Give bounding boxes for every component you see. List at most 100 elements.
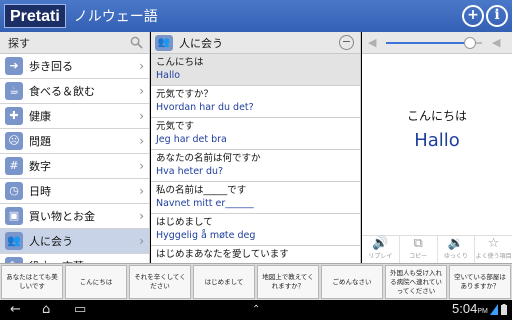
app-title: ノルウェー語: [73, 9, 158, 25]
action-label: リプレイ: [368, 253, 393, 260]
category-item[interactable]: 👥 人に会う ›: [0, 229, 149, 254]
category-item[interactable]: # 数字 ›: [0, 154, 149, 179]
phrase-row[interactable]: 元気です Jeg har det bra: [151, 118, 360, 150]
chevron-right-icon: ›: [139, 84, 144, 98]
quick-phrase-button[interactable]: こんにちは: [65, 265, 127, 299]
volume-fill: [386, 42, 471, 44]
home-icon[interactable]: ⌂: [42, 302, 50, 318]
volume-low-icon: ◀: [368, 36, 377, 49]
quick-phrase-button[interactable]: 外国人も受け入れる病院へ連れていってください: [385, 265, 447, 299]
phrase-list-header: 👥 人に会う −: [151, 32, 360, 54]
category-item[interactable]: ✚ 健康 ›: [0, 104, 149, 129]
category-item[interactable]: ▣ 買い物とお金 ›: [0, 204, 149, 229]
slow-button[interactable]: 🔉 ゆっくり: [438, 236, 476, 263]
action-label: コピー: [409, 253, 428, 260]
copy-icon: ⧉: [413, 236, 423, 251]
chevron-right-icon: ›: [139, 209, 144, 223]
face-icon: ☹: [5, 132, 23, 150]
category-label: 日時: [29, 185, 51, 198]
phrase-japanese: 元気です: [156, 121, 195, 132]
clock-time: 5:04: [452, 301, 478, 316]
phrase-japanese: 私の名前は_____です: [156, 185, 247, 196]
category-label: 買い物とお金: [29, 210, 95, 223]
quick-phrase-button[interactable]: ごめんなさい: [321, 265, 383, 299]
phrase-row[interactable]: 元気ですか？ Hvordan har du det?: [151, 86, 360, 118]
detail-japanese: こんにちは: [406, 109, 467, 123]
phrase-norwegian: Hvordan har du det?: [156, 102, 254, 113]
category-list: 探す ➜ 歩き回る › ☕ 食べる＆飲む › ✚ 健康 › ☹ 問題 › # 数字 › ◷ 日時 › ▣ 買い物とお金…: [0, 32, 150, 263]
people-icon: 👥: [5, 232, 23, 250]
phrase-japanese: はじめまあなたを愛しています: [156, 249, 289, 260]
search-bar[interactable]: 探す: [0, 32, 149, 54]
copy-button[interactable]: ⧉ コピー: [400, 236, 438, 263]
clock-icon: ◷: [5, 182, 23, 200]
collapse-icon[interactable]: −: [339, 35, 354, 50]
phrase-list: 👥 人に会う − こんにちは Hallo 元気ですか？ Hvordan har du …: [151, 32, 361, 263]
quick-phrase-button[interactable]: はじめまして: [193, 265, 255, 299]
chevron-right-icon: ›: [139, 109, 144, 123]
phrase-japanese: あなたの名前は何ですか: [156, 153, 261, 164]
phrase-row[interactable]: はじめまして Hyggelig å møte deg: [151, 214, 360, 246]
category-item[interactable]: ➜ 歩き回る ›: [0, 54, 149, 79]
phrase-japanese: 元気ですか？: [156, 89, 214, 100]
action-label: ゆっくり: [443, 253, 468, 260]
back-icon[interactable]: ←: [10, 302, 21, 318]
bag-icon: ▣: [5, 207, 23, 225]
action-label: よく使う項目: [475, 253, 512, 260]
slow-icon: 🔉: [447, 236, 464, 251]
chevron-right-icon: ›: [139, 184, 144, 198]
quick-phrase-button[interactable]: 空いている部屋はありますか？: [449, 265, 511, 299]
quick-phrase-button[interactable]: 地図上で教えてくれますか？: [257, 265, 319, 299]
add-icon[interactable]: +: [462, 5, 484, 27]
phrase-row[interactable]: 私の名前は_____です Navnet mitt er______: [151, 182, 360, 214]
volume-bar: ◀ ◀: [362, 32, 512, 54]
info-icon[interactable]: i: [486, 5, 508, 27]
phrase-norwegian: Jeg har det bra: [156, 134, 227, 145]
chevron-right-icon: ›: [139, 234, 144, 248]
title-bar: Pretati ノルウェー語 + i: [0, 0, 512, 32]
search-label: 探す: [8, 36, 30, 50]
people-icon: 👥: [155, 34, 173, 51]
category-item[interactable]: ◷ 日時 ›: [0, 179, 149, 204]
quick-phrase-bar: あなたはとても美しいです こんにちは それを辛くしてください はじめまして 地図上で教え…: [0, 263, 512, 300]
category-item[interactable]: ☹ 問題 ›: [0, 129, 149, 154]
chevron-right-icon: ›: [139, 134, 144, 148]
phrase-norwegian: Hyggelig å møte deg: [156, 230, 256, 241]
star-button[interactable]: ☆ よく使う項目: [475, 236, 512, 263]
chevron-up-icon[interactable]: ⌃: [252, 302, 260, 318]
cup-icon: ☕: [5, 82, 23, 100]
phrase-norwegian: Hallo: [156, 70, 181, 81]
volume-thumb[interactable]: [464, 37, 477, 49]
chevron-right-icon: ›: [139, 159, 144, 173]
chevron-right-icon: ›: [139, 59, 144, 73]
quick-phrase-button[interactable]: あなたはとても美しいです: [1, 265, 63, 299]
star-icon: ☆: [487, 236, 500, 251]
phrase-japanese: こんにちは: [156, 57, 204, 68]
phrase-row[interactable]: あなたの名前は何ですか Hva heter du?: [151, 150, 360, 182]
category-label: 食べる＆飲む: [29, 85, 95, 98]
phrase-row[interactable]: こんにちは Hallo: [151, 54, 360, 86]
volume-high-icon: ◀: [492, 36, 501, 49]
phrase-row[interactable]: はじめまあなたを愛しています: [151, 246, 360, 263]
category-label: 健康: [29, 110, 51, 123]
search-icon[interactable]: [130, 36, 143, 49]
phrase-list-title: 人に会う: [179, 36, 223, 50]
phrase-japanese: はじめまして: [156, 217, 213, 228]
phrase-norwegian: Navnet mitt er______: [156, 198, 254, 209]
health-icon: ✚: [5, 107, 23, 125]
recent-apps-icon[interactable]: ▭: [74, 302, 86, 318]
phrase-norwegian: Hva heter du?: [156, 166, 224, 177]
battery-icon: [501, 304, 507, 315]
action-bar: 🔊 リプレイ ⧉ コピー 🔉 ゆっくり ☆ よく使う項目: [362, 235, 512, 263]
speaker-icon: 🔊: [372, 236, 389, 251]
category-item[interactable]: ✎役立つ言葉›: [0, 254, 149, 263]
category-label: 歩き回る: [29, 60, 73, 73]
phrase-detail: ◀ ◀ こんにちは Hallo 🔊 リプレイ ⧉ コピー 🔉 ゆっくり ☆ よく使う項目: [362, 32, 512, 263]
volume-slider[interactable]: [386, 37, 482, 49]
category-item[interactable]: ☕ 食べる＆飲む ›: [0, 79, 149, 104]
category-label: 問題: [29, 135, 51, 148]
detail-norwegian: Hallo: [414, 130, 460, 151]
quick-phrase-button[interactable]: それを辛くしてください: [129, 265, 191, 299]
speaker-button[interactable]: 🔊 リプレイ: [362, 236, 400, 263]
status-clock: 5:04PM: [452, 301, 488, 316]
